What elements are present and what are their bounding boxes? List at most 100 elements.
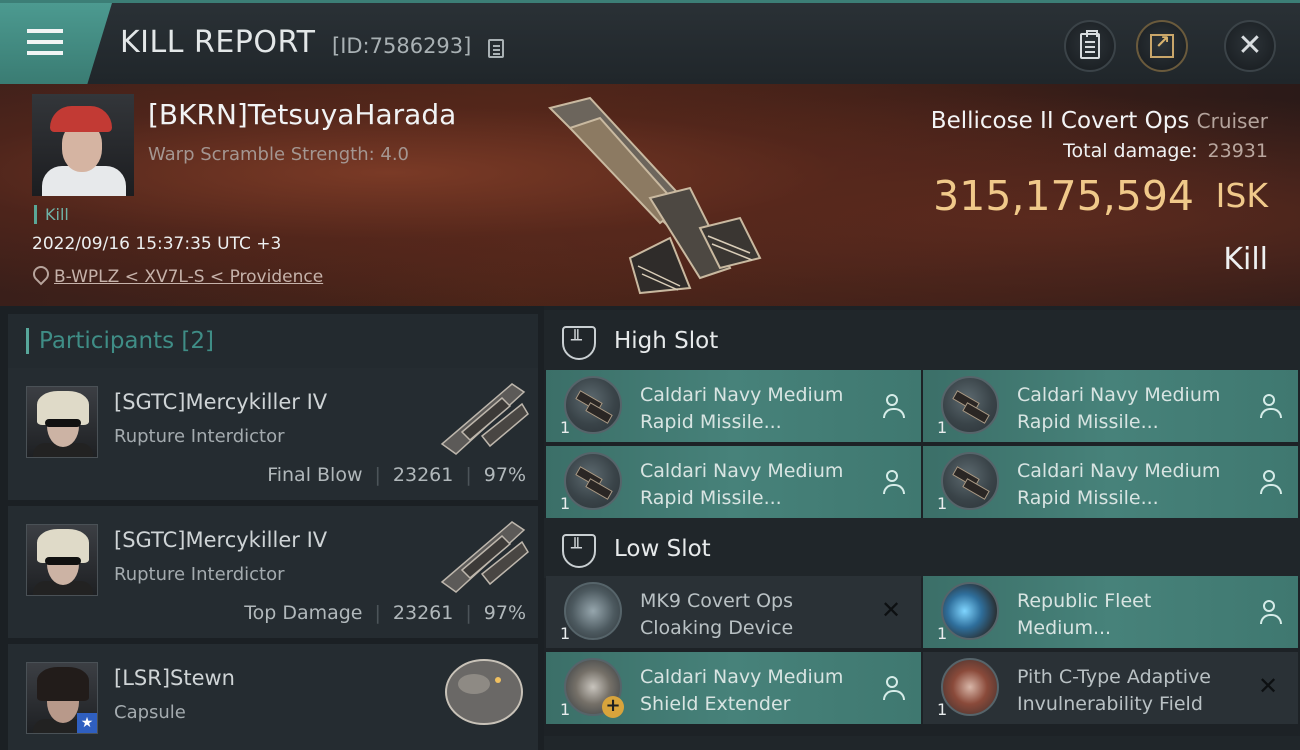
participant-ship: Rupture Interdictor xyxy=(114,426,285,447)
dropped-person-icon xyxy=(1258,468,1282,494)
participant-ship-image[interactable] xyxy=(432,512,532,598)
module-name: Republic Fleet Medium... xyxy=(1017,590,1152,639)
share-icon xyxy=(1150,32,1174,58)
armor-plate-icon xyxy=(941,582,999,640)
destroyed-x-icon: ✕ xyxy=(1258,672,1279,700)
mid-slot-header-peek xyxy=(544,736,1300,750)
hamburger-icon xyxy=(27,29,63,57)
module-item[interactable]: 1 Pith C-Type Adaptive Invulnerability Fi… xyxy=(923,652,1298,724)
participant-avatar[interactable] xyxy=(26,524,98,596)
module-item[interactable]: 1 Caldari Navy Medium Rapid Missile... xyxy=(923,370,1298,442)
high-slot-icon xyxy=(562,326,596,360)
module-quantity: 1 xyxy=(560,494,571,513)
module-name: MK9 Covert Ops Cloaking Device xyxy=(640,590,794,639)
menu-button[interactable] xyxy=(0,3,112,84)
participant-avatar[interactable] xyxy=(26,386,98,458)
participants-title: Participants [2] xyxy=(26,328,214,354)
module-item[interactable]: 1 Caldari Navy Medium Rapid Missile... xyxy=(546,370,921,442)
isk-value: 315,175,594 xyxy=(933,172,1194,220)
participants-panel: Participants [2] [SGTC]Mercykiller IV Ru… xyxy=(0,306,544,750)
top-damage-label: Top Damage xyxy=(244,602,363,624)
destroyed-x-icon: ✕ xyxy=(881,596,902,624)
participant-ship: Capsule xyxy=(114,702,186,723)
participant-avatar[interactable]: ★ xyxy=(26,662,98,734)
dropped-person-icon xyxy=(881,468,905,494)
participant-name: [SGTC]Mercykiller IV xyxy=(114,390,328,414)
kill-tag: Kill xyxy=(34,205,69,224)
module-item[interactable]: 1 Caldari Navy Medium Rapid Missile... xyxy=(546,446,921,518)
fitting-panel: High Slot 1 Caldari Navy MediumRapid Mis… xyxy=(544,306,1300,750)
star-icon: ★ xyxy=(77,713,97,733)
high-slot-title: High Slot xyxy=(614,328,719,354)
module-quantity: 1 xyxy=(937,418,948,437)
copy-icon[interactable] xyxy=(488,39,504,58)
missile-launcher-icon xyxy=(564,376,622,434)
report-id: [ID:7586293] xyxy=(332,34,472,58)
missile-launcher-icon xyxy=(941,376,999,434)
total-damage: Total damage: 23931 xyxy=(1063,140,1268,162)
result-label: Kill xyxy=(1223,242,1268,277)
victim-banner: [BKRN]TetsuyaHarada Warp Scramble Streng… xyxy=(0,84,1300,306)
location-pin-icon xyxy=(32,266,46,286)
missile-launcher-icon xyxy=(941,452,999,510)
participant-ship-image[interactable] xyxy=(432,650,532,736)
participant-ship: Rupture Interdictor xyxy=(114,564,285,585)
module-quantity: 1 xyxy=(937,494,948,513)
dropped-person-icon xyxy=(881,674,905,700)
module-quantity: 1 xyxy=(937,624,948,643)
module-quantity: 1 xyxy=(560,700,571,719)
location-link[interactable]: B-WPLZ < XV7L-S < Providence xyxy=(54,267,323,287)
module-name: Caldari Navy Medium Rapid Missile... xyxy=(640,384,844,433)
close-icon: ✕ xyxy=(1237,28,1263,63)
module-item[interactable]: 1 Caldari Navy Medium Rapid Missile... xyxy=(923,446,1298,518)
share-button[interactable] xyxy=(1136,20,1188,72)
low-slot-title: Low Slot xyxy=(614,536,711,562)
invulnerability-field-icon xyxy=(941,658,999,716)
participant-percent: 97% xyxy=(483,464,526,486)
module-item[interactable]: 1 Republic Fleet Medium... xyxy=(923,576,1298,648)
isk-unit: ISK xyxy=(1215,176,1268,215)
participant-damage: 23261 xyxy=(392,602,454,624)
module-item[interactable]: + 1 Caldari Navy Medium Shield Extender xyxy=(546,652,921,724)
cloaking-device-icon xyxy=(564,582,622,640)
clipboard-button[interactable] xyxy=(1064,20,1116,72)
high-slot-header: High Slot xyxy=(544,310,1300,370)
shield-extender-icon: + xyxy=(564,658,624,718)
dropped-person-icon xyxy=(1258,392,1282,418)
victim-avatar[interactable] xyxy=(32,94,134,196)
low-slot-icon xyxy=(562,534,596,568)
module-name: Pith C-Type Adaptive Invulnerability Fiel… xyxy=(1017,666,1211,715)
module-quantity: 1 xyxy=(560,624,571,643)
participant-stats: Final Blow | 23261 | 97% xyxy=(267,464,526,486)
participant-row[interactable]: ★ [LSR]Stewn Capsule xyxy=(8,644,538,750)
participant-name: [SGTC]Mercykiller IV xyxy=(114,528,328,552)
participant-ship-image[interactable] xyxy=(432,374,532,460)
participant-percent: 97% xyxy=(483,602,526,624)
page-title: KILL REPORT xyxy=(120,25,316,60)
victim-ship-image[interactable] xyxy=(530,88,770,300)
participant-damage: 23261 xyxy=(392,464,454,486)
kill-timestamp: 2022/09/16 15:37:35 UTC +3 xyxy=(32,234,282,254)
victim-name[interactable]: [BKRN]TetsuyaHarada xyxy=(148,98,456,131)
module-name: Caldari Navy Medium Rapid Missile... xyxy=(640,460,844,509)
dropped-person-icon xyxy=(1258,598,1282,624)
warp-scramble-strength: Warp Scramble Strength: 4.0 xyxy=(148,144,410,165)
dropped-person-icon xyxy=(881,392,905,418)
participant-row[interactable]: [SGTC]Mercykiller IV Rupture Interdictor… xyxy=(8,506,538,638)
participant-name: [LSR]Stewn xyxy=(114,666,235,690)
final-blow-label: Final Blow xyxy=(267,464,363,486)
module-name: Caldari Navy Medium Shield Extender xyxy=(640,666,844,715)
participant-row[interactable]: [SGTC]Mercykiller IV Rupture Interdictor… xyxy=(8,368,538,500)
plus-icon: + xyxy=(602,696,624,718)
low-slot-header: Low Slot xyxy=(544,518,1300,578)
clipboard-icon xyxy=(1080,30,1100,59)
module-item[interactable]: 1 MK9 Covert Ops Cloaking Device ✕ xyxy=(546,576,921,648)
missile-launcher-icon xyxy=(564,452,622,510)
participants-header: Participants [2] xyxy=(8,314,538,368)
title-bar: KILL REPORT [ID:7586293] ✕ xyxy=(0,0,1300,84)
module-name: Caldari Navy Medium Rapid Missile... xyxy=(1017,460,1221,509)
module-quantity: 1 xyxy=(560,418,571,437)
victim-ship-name: Bellicose II Covert Ops Cruiser xyxy=(930,108,1268,134)
close-button[interactable]: ✕ xyxy=(1224,20,1276,72)
module-quantity: 1 xyxy=(937,700,948,719)
